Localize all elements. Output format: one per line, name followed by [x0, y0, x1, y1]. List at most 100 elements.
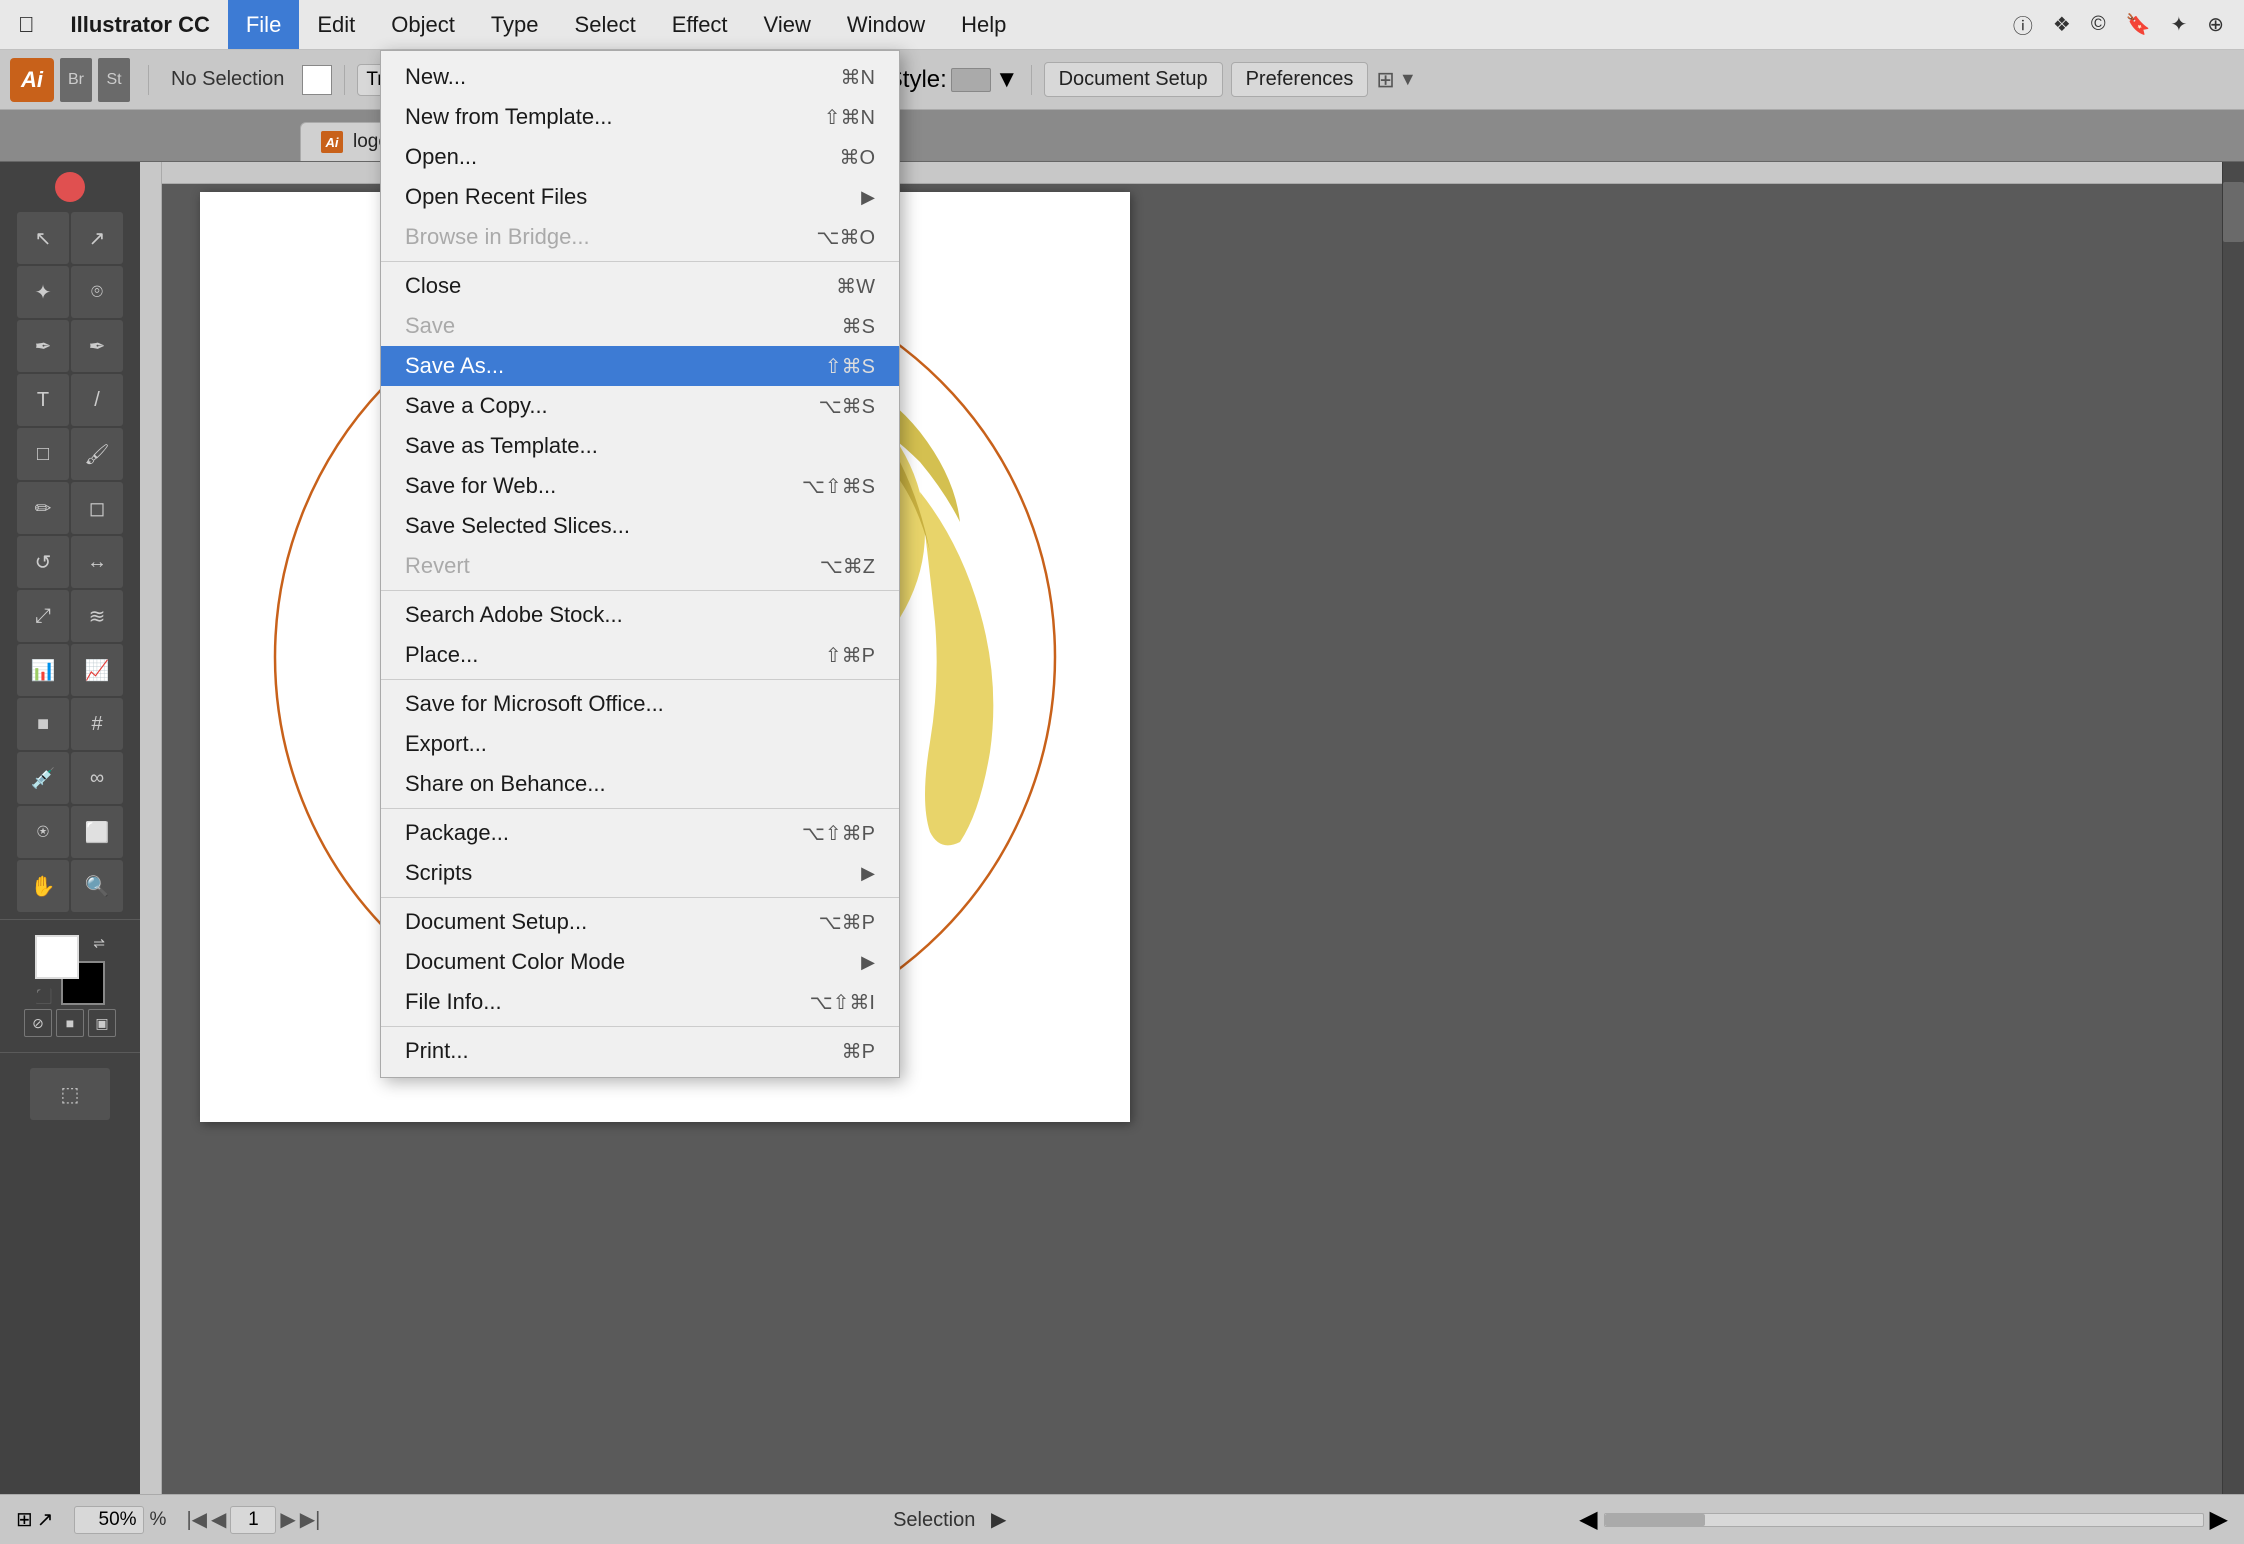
eyedropper-tool[interactable]: 💉 [17, 752, 69, 804]
menu-item-behance[interactable]: Share on Behance... [381, 764, 899, 804]
eraser-tool[interactable]: ◻ [71, 482, 123, 534]
swap-colors-icon[interactable]: ⇌ [93, 935, 105, 952]
horizontal-scrollbar[interactable] [1604, 1513, 2204, 1527]
add-anchor-tool[interactable]: ✒ [71, 320, 123, 372]
menu-item-stock[interactable]: Search Adobe Stock... [381, 595, 899, 635]
pencil-tool[interactable]: ✏ [17, 482, 69, 534]
menu-item-doc-setup[interactable]: Document Setup... ⌥⌘P [381, 902, 899, 942]
menu-item-open-shortcut: ⌘O [839, 145, 875, 170]
tool-row-5: □ 🖌 [17, 428, 123, 480]
menu-item-open[interactable]: Open... ⌘O [381, 137, 899, 177]
nav-next-next[interactable]: ▶| [300, 1507, 321, 1532]
graph-tool[interactable]: 📊 [17, 644, 69, 696]
paintbrush-tool[interactable]: 🖌 [71, 428, 123, 480]
h-scrollbar-thumb[interactable] [1605, 1514, 1705, 1526]
status-icon-2[interactable]: ↗ [37, 1507, 54, 1532]
close-btn[interactable] [55, 172, 85, 202]
menu-effect[interactable]: Effect [654, 0, 746, 49]
menu-item-save-web[interactable]: Save for Web... ⌥⇧⌘S [381, 466, 899, 506]
menu-item-place-shortcut: ⇧⌘P [825, 643, 875, 668]
mesh-tool[interactable]: # [71, 698, 123, 750]
status-icon-1[interactable]: ⊞ [16, 1507, 33, 1532]
menu-file[interactable]: File [228, 0, 299, 49]
menu-item-save-as[interactable]: Save As... ⇧⌘S [381, 346, 899, 386]
menu-item-color-mode[interactable]: Document Color Mode ▶ [381, 942, 899, 982]
reflect-tool[interactable]: ↔ [71, 536, 123, 588]
fg-color[interactable] [35, 935, 79, 979]
color-btn[interactable]: ■ [56, 1009, 84, 1037]
menu-item-ms-office[interactable]: Save for Microsoft Office... [381, 684, 899, 724]
menu-item-print-label: Print... [405, 1038, 469, 1064]
status-play[interactable]: ▶ [991, 1509, 1006, 1531]
warp-tool[interactable]: ≋ [71, 590, 123, 642]
style-arrow[interactable]: ▼ [995, 66, 1019, 94]
default-colors-icon[interactable]: ⬛ [35, 988, 52, 1005]
bookmark-icon[interactable]: 🔖 [2126, 12, 2151, 37]
magic-wand-tool[interactable]: ✦ [17, 266, 69, 318]
rotate-tool[interactable]: ↺ [17, 536, 69, 588]
rect-tool[interactable]: □ [17, 428, 69, 480]
vertical-scrollbar[interactable] [2222, 162, 2244, 1494]
stroke-color[interactable] [302, 65, 332, 95]
tool-row-13: ✋ 🔍 [17, 860, 123, 912]
line-tool[interactable]: / [71, 374, 123, 426]
preferences-button[interactable]: Preferences [1231, 62, 1369, 97]
column-graph-tool[interactable]: 📈 [71, 644, 123, 696]
document-setup-button[interactable]: Document Setup [1044, 62, 1223, 97]
style-swatch[interactable] [951, 68, 991, 92]
menu-window[interactable]: Window [829, 0, 943, 49]
hand-tool[interactable]: ✋ [17, 860, 69, 912]
gradient-btn[interactable]: ▣ [88, 1009, 116, 1037]
pen-tool[interactable]: ✒ [17, 320, 69, 372]
menu-item-place[interactable]: Place... ⇧⌘P [381, 635, 899, 675]
artboard-tool[interactable]: ⬜ [71, 806, 123, 858]
zoom-tool[interactable]: 🔍 [71, 860, 123, 912]
scrollbar-thumb[interactable] [2223, 182, 2244, 242]
creative-cloud-icon[interactable]: © [2091, 13, 2106, 36]
menu-view[interactable]: View [746, 0, 829, 49]
scale-tool[interactable]: ⤢ [17, 590, 69, 642]
scroll-right[interactable]: ▶ [2210, 1505, 2228, 1534]
wifi-icon[interactable]: ⊕ [2207, 12, 2224, 37]
menu-edit[interactable]: Edit [299, 0, 373, 49]
menu-item-save-slices[interactable]: Save Selected Slices... [381, 506, 899, 546]
page-input[interactable] [230, 1506, 276, 1534]
app-name[interactable]: Illustrator CC [53, 0, 228, 49]
menu-object[interactable]: Object [373, 0, 473, 49]
arrange-arrow[interactable]: ▼ [1399, 69, 1417, 90]
menu-item-close[interactable]: Close ⌘W [381, 266, 899, 306]
menu-item-file-info[interactable]: File Info... ⌥⇧⌘I [381, 982, 899, 1022]
none-btn[interactable]: ⊘ [24, 1009, 52, 1037]
menu-item-open-recent[interactable]: Open Recent Files ▶ [381, 177, 899, 217]
menu-help[interactable]: Help [943, 0, 1024, 49]
menu-item-new[interactable]: New... ⌘N [381, 57, 899, 97]
selection-tool[interactable]: ↖ [17, 212, 69, 264]
arrange-icon[interactable]: ⊞ [1376, 67, 1394, 93]
screen-mode-btn[interactable]: ⬚ [30, 1068, 110, 1120]
dropbox-icon[interactable]: ❖ [2053, 12, 2071, 37]
scroll-left[interactable]: ◀ [1579, 1505, 1597, 1534]
blend-tool[interactable]: ∞ [71, 752, 123, 804]
zoom-input[interactable] [74, 1506, 144, 1534]
nav-prev-prev[interactable]: |◀ [186, 1507, 207, 1532]
menu-item-scripts[interactable]: Scripts ▶ [381, 853, 899, 893]
menu-item-export[interactable]: Export... [381, 724, 899, 764]
menu-item-print[interactable]: Print... ⌘P [381, 1031, 899, 1071]
menu-item-new-template[interactable]: New from Template... ⇧⌘N [381, 97, 899, 137]
direct-select-tool[interactable]: ↗ [71, 212, 123, 264]
menu-item-save-template[interactable]: Save as Template... [381, 426, 899, 466]
symbol-tool[interactable]: ⍟ [17, 806, 69, 858]
apple-menu[interactable]:  [0, 0, 53, 49]
menu-select[interactable]: Select [557, 0, 654, 49]
menu-item-package[interactable]: Package... ⌥⇧⌘P [381, 813, 899, 853]
nav-prev[interactable]: ◀ [211, 1507, 226, 1532]
info-icon[interactable]: ⓘ [2013, 10, 2033, 39]
type-tool[interactable]: T [17, 374, 69, 426]
menu-type[interactable]: Type [473, 0, 557, 49]
menu-item-save-copy[interactable]: Save a Copy... ⌥⌘S [381, 386, 899, 426]
selection-status: Selection [893, 1509, 975, 1531]
lasso-tool[interactable]: ⌾ [71, 266, 123, 318]
bluetooth-icon[interactable]: ✦ [2170, 12, 2187, 37]
gradient-tool[interactable]: ■ [17, 698, 69, 750]
nav-next[interactable]: ▶ [280, 1507, 295, 1532]
